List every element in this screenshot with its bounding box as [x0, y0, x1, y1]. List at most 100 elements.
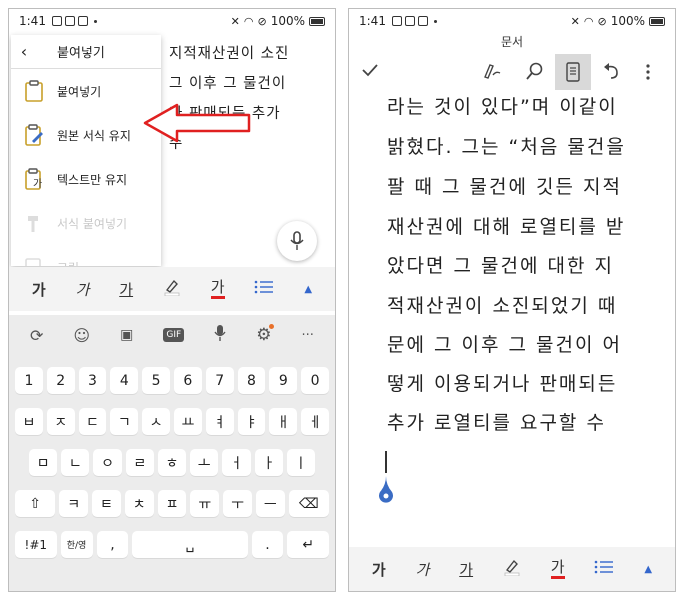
key[interactable]: ㄴ [61, 449, 90, 476]
format-painter-icon [11, 212, 57, 234]
key[interactable]: ㅛ [173, 408, 202, 435]
highlight-button[interactable] [163, 278, 181, 300]
italic-button[interactable]: 가 [416, 559, 430, 580]
keyboard-row-bottom: !#1 한/영 , ␣ . ↵ [15, 531, 329, 558]
list-icon [255, 280, 274, 294]
document-line: 았다면 그 물건에 대한 지 [387, 255, 614, 277]
text-cursor [385, 451, 387, 473]
symbols-key[interactable]: !#1 [15, 531, 57, 558]
underline-button[interactable]: 가 [459, 559, 473, 580]
key[interactable]: ㅗ [190, 449, 219, 476]
paste-option-label: 그림 [57, 259, 79, 267]
document-line: 재산권에 대해 로열티를 받 [387, 216, 626, 238]
document-line: 떻게 이용되거나 판매되든 [387, 373, 618, 395]
keyboard-row-3: ⇧ ㅋ ㅌ ㅊ ㅍ ㅠ ㅜ ㅡ ⌫ [15, 490, 330, 517]
key[interactable]: ㅏ [254, 449, 283, 476]
key[interactable]: ㄷ [78, 408, 107, 435]
key[interactable]: 8 [237, 367, 266, 394]
key[interactable]: 1 [15, 367, 43, 394]
period-key[interactable]: . [251, 531, 284, 558]
italic-button[interactable]: 가 [76, 279, 90, 300]
key[interactable]: ㅊ [124, 490, 154, 517]
dictate-button[interactable] [277, 221, 317, 261]
key[interactable]: ㅣ [286, 449, 315, 476]
mic-icon[interactable] [214, 324, 226, 346]
keyboard-toolbar: ⟳ ☺ ▣ GIF ⚙ ··· [9, 315, 335, 355]
font-color-button[interactable]: 가 [550, 559, 565, 579]
sticker-icon[interactable]: ▣ [120, 327, 133, 343]
bold-button[interactable]: 가 [372, 559, 386, 580]
expand-toolbar-button[interactable]: ▲ [644, 564, 652, 575]
key[interactable]: 6 [173, 367, 202, 394]
check-icon[interactable] [361, 62, 379, 82]
key[interactable]: 3 [78, 367, 107, 394]
highlight-button[interactable] [503, 558, 521, 580]
image-notification-icon [391, 16, 402, 26]
emoji-icon[interactable]: ☺ [73, 326, 90, 345]
reading-view-icon [566, 62, 580, 82]
list-icon [595, 560, 614, 574]
key[interactable]: ㅐ [269, 408, 298, 435]
mic-icon [290, 231, 304, 250]
key[interactable]: ㅔ [301, 408, 329, 435]
dnd-icon: ⊘ [597, 14, 607, 28]
key[interactable]: ㅅ [142, 408, 170, 435]
underline-button[interactable]: 가 [119, 279, 133, 300]
highlighter-icon [504, 559, 520, 577]
key[interactable]: ㅌ [92, 490, 121, 517]
key[interactable]: ㄹ [125, 449, 154, 476]
key[interactable]: ㅇ [93, 449, 122, 476]
key[interactable]: ㅋ [59, 490, 89, 517]
key[interactable]: ㅑ [237, 408, 266, 435]
key[interactable]: ㅜ [223, 490, 252, 517]
keyboard-row-numbers: 1 2 3 4 5 6 7 8 9 0 [15, 367, 329, 394]
key[interactable]: ㅂ [15, 408, 43, 435]
more-vert-icon[interactable] [645, 63, 651, 85]
list-button[interactable] [594, 559, 614, 579]
gif-icon[interactable]: GIF [163, 328, 185, 342]
highlighter-icon [164, 279, 180, 297]
space-key[interactable]: ␣ [132, 531, 248, 558]
wifi-icon: ◠ [583, 14, 594, 28]
shift-key[interactable]: ⇧ [15, 490, 56, 517]
comma-key[interactable]: , [96, 531, 129, 558]
gear-icon[interactable]: ⚙ [256, 324, 275, 345]
bold-button[interactable]: 가 [32, 279, 46, 300]
key[interactable]: 0 [301, 367, 329, 394]
key[interactable]: ㅠ [190, 490, 220, 517]
search-icon[interactable] [525, 61, 545, 85]
expand-toolbar-button[interactable]: ▲ [304, 284, 312, 295]
key[interactable]: ㅓ [222, 449, 251, 476]
key[interactable]: ㅁ [29, 449, 58, 476]
key[interactable]: 2 [46, 367, 75, 394]
document-line: 적재산권이 소진되었기 때 [387, 295, 618, 317]
key[interactable]: ㅍ [157, 490, 187, 517]
notification-icons [391, 16, 437, 26]
mute-icon: ✕ [570, 14, 580, 28]
paste-option-picture: 그림 [11, 245, 161, 266]
key[interactable]: ㄱ [110, 408, 139, 435]
keyboard-row-1: ㅂ ㅈ ㄷ ㄱ ㅅ ㅛ ㅕ ㅑ ㅐ ㅔ [15, 408, 329, 435]
key[interactable]: 7 [205, 367, 234, 394]
reading-view-button[interactable] [555, 54, 591, 90]
pen-icon[interactable] [482, 61, 502, 85]
format-toolbar: 가 가 가 가 ▲ [9, 267, 335, 311]
rotate-icon[interactable]: ⟳ [30, 326, 43, 345]
cursor-handle-icon[interactable] [377, 475, 395, 509]
undo-icon[interactable] [601, 61, 621, 85]
key[interactable]: 4 [110, 367, 139, 394]
key[interactable]: 5 [142, 367, 170, 394]
key[interactable]: ㅎ [157, 449, 187, 476]
list-button[interactable] [254, 279, 274, 299]
key[interactable]: ㅈ [46, 408, 75, 435]
font-color-button[interactable]: 가 [210, 279, 225, 299]
key[interactable]: ㅡ [255, 490, 285, 517]
more-icon[interactable]: ··· [301, 328, 313, 343]
key[interactable]: 9 [269, 367, 298, 394]
key[interactable]: ㅕ [205, 408, 234, 435]
enter-key[interactable]: ↵ [287, 531, 329, 558]
language-key[interactable]: 한/영 [60, 531, 93, 558]
keyboard: ⟳ ☺ ▣ GIF ⚙ ··· 1 2 3 4 5 6 7 8 9 0 ㅂ ㅈ … [9, 315, 335, 591]
gallery-notification-icon [404, 16, 415, 26]
backspace-key[interactable]: ⌫ [288, 490, 330, 517]
